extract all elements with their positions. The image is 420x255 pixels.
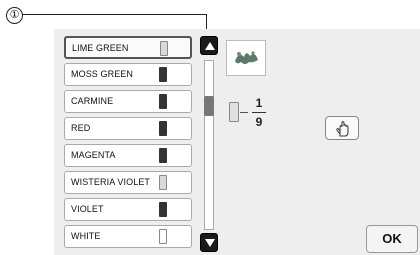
- thread-item[interactable]: MOSS GREEN: [64, 63, 192, 86]
- hand-button[interactable]: [325, 116, 359, 140]
- scroll-thumb[interactable]: [204, 96, 214, 116]
- thread-spool-icon: [159, 94, 167, 109]
- callout-number: ①: [6, 7, 23, 24]
- ok-button[interactable]: OK: [366, 225, 418, 253]
- thread-item[interactable]: CARMINE: [64, 90, 192, 113]
- thread-item[interactable]: VIOLET: [64, 198, 192, 221]
- thread-name: CARMINE: [71, 96, 114, 106]
- thread-item[interactable]: WHITE: [64, 225, 192, 248]
- thread-item[interactable]: LIME GREEN: [64, 36, 192, 59]
- thread-item[interactable]: WISTERIA VIOLET: [64, 171, 192, 194]
- thread-spool-icon: [159, 67, 167, 82]
- thread-spool-icon: [159, 121, 167, 136]
- scrollbar[interactable]: [200, 36, 218, 252]
- counter-connector: [240, 112, 248, 113]
- thread-name: MAGENTA: [71, 150, 116, 160]
- thread-spool-icon: [159, 202, 167, 217]
- thread-color-list: LIME GREEN MOSS GREEN CARMINE RED MAGENT…: [64, 36, 196, 252]
- embroidery-preview: [226, 40, 266, 76]
- counter-fraction-bar: [252, 112, 266, 113]
- triangle-down-icon: [205, 239, 215, 247]
- thread-name: WHITE: [71, 231, 101, 241]
- spool-icon: [229, 102, 239, 122]
- counter-current: 1: [255, 96, 263, 110]
- callout-leader-line: [22, 14, 206, 15]
- thread-spool-icon: [160, 41, 168, 56]
- embroidery-pattern-icon: [235, 51, 258, 64]
- thread-spool-icon: [159, 175, 167, 190]
- thread-spool-icon: [159, 229, 167, 244]
- counter-total: 9: [255, 115, 263, 129]
- thread-item[interactable]: RED: [64, 117, 192, 140]
- thread-name: VIOLET: [71, 204, 104, 214]
- hand-icon: [336, 121, 349, 137]
- scroll-rail[interactable]: [204, 60, 214, 230]
- thread-name: MOSS GREEN: [71, 69, 134, 79]
- thread-change-counter: 1 9: [222, 94, 282, 134]
- scroll-up-button[interactable]: [200, 36, 218, 55]
- thread-item[interactable]: MAGENTA: [64, 144, 192, 167]
- thread-name: WISTERIA VIOLET: [71, 177, 151, 187]
- triangle-up-icon: [205, 42, 215, 50]
- thread-spool-icon: [159, 148, 167, 163]
- thread-name: RED: [71, 123, 91, 133]
- scroll-down-button[interactable]: [200, 233, 218, 252]
- thread-name: LIME GREEN: [72, 43, 129, 53]
